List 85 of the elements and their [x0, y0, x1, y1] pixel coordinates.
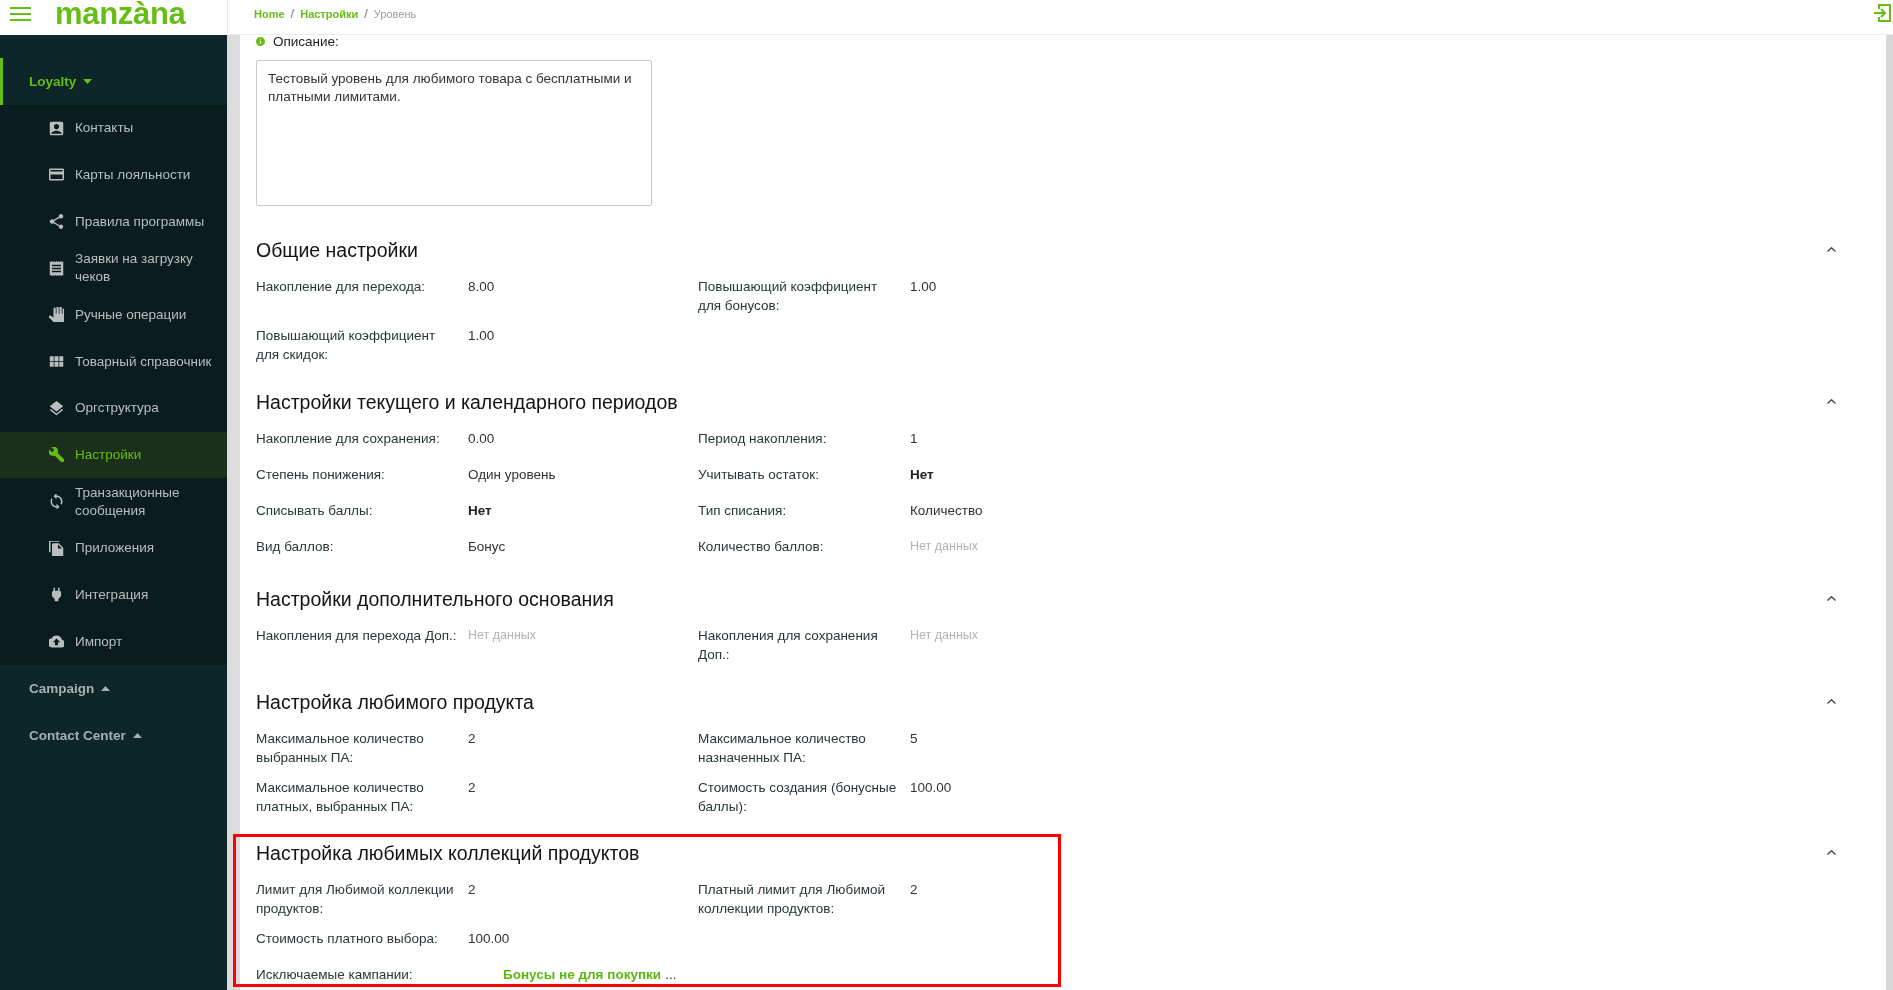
field-label: Период накопления: [698, 429, 828, 448]
field-label: Максимальное количество назначенных ПА: [698, 729, 867, 767]
sidebar-item[interactable]: Оргструктура [0, 384, 227, 432]
field-value: Нет [910, 465, 934, 484]
sidebar-item[interactable]: Карты лояльности [0, 151, 227, 199]
field-value: Нет данных [910, 537, 979, 555]
field-value: 1 [910, 429, 918, 448]
section-title: Настройки текущего и календарного периодов [256, 389, 679, 415]
sidebar-item[interactable]: Товарный справочник [0, 338, 227, 385]
sidebar-item[interactable]: Настройки [0, 431, 227, 479]
field-label: Списывать баллы: [256, 501, 374, 520]
field-label: Повышающий коэффициент для бонусов: [698, 278, 879, 315]
field-value: Один уровень [468, 465, 556, 484]
chevron-up-icon[interactable] [1827, 398, 1836, 404]
field-value: Нет данных [468, 627, 537, 644]
field-value: Нет [468, 501, 492, 520]
credit-card-icon [49, 167, 64, 183]
field-label: Исключаемые кампании: [256, 966, 414, 984]
field-value: 2 [468, 881, 476, 899]
share-icon [49, 214, 64, 230]
cloud-upload-icon [49, 634, 64, 650]
sidebar-item[interactable]: Контакты [0, 105, 227, 152]
sidebar-item[interactable]: Интеграция [0, 571, 227, 619]
menu-group-button[interactable]: Campaign [0, 664, 227, 712]
sync-icon [49, 494, 64, 510]
field-value: 2 [468, 778, 476, 797]
field-value: 1.00 [468, 327, 495, 345]
field-label: Накопления для сохранения Доп.: [698, 627, 879, 664]
hand-icon [49, 307, 64, 323]
field-value: 100.00 [910, 778, 952, 797]
layers-icon [49, 400, 64, 416]
sidebar-item[interactable]: Ручные операции [0, 291, 227, 339]
section-title: Общие настройки [256, 238, 419, 263]
section-title: Настройка любимого продукта [256, 689, 535, 715]
chevron-up-icon[interactable] [1827, 698, 1836, 704]
scrollbar[interactable] [1886, 35, 1893, 990]
field-value: 2 [910, 881, 918, 899]
field-value: Нет данных [910, 627, 979, 644]
chevron-up-icon[interactable] [1827, 850, 1836, 855]
section-title: Настройки дополнительного основания [256, 587, 615, 612]
sidebar-item[interactable]: Транзакционные сообщения [0, 478, 227, 525]
field-value: 5 [910, 729, 918, 748]
description-field[interactable]: Тестовый уровень для любимого товара с бесплатными и платными лимитами. [256, 60, 652, 206]
chevron-up-icon[interactable] [1827, 596, 1836, 601]
plug-icon [49, 587, 64, 603]
menu-group-button[interactable]: Contact Center [0, 711, 227, 759]
sidebar-item[interactable]: Правила программы [0, 198, 227, 245]
receipt-icon [49, 260, 64, 276]
field-value: Количество [910, 501, 983, 520]
description-label: Описание: [273, 35, 339, 48]
field-value: Бонус [468, 537, 506, 556]
field-value: 8.00 [468, 278, 495, 296]
field-label: Лимит для Любимой коллекции продуктов: [256, 881, 455, 918]
breadcrumb-current: Уровень [373, 7, 417, 21]
field-label: Максимальное количество платных, выбранных ПА: [256, 778, 425, 816]
field-value: 0.00 [468, 429, 495, 448]
wrench-icon [49, 447, 64, 463]
field-label: Учитывать остаток: [698, 465, 820, 484]
sidebar-item[interactable]: Приложения [0, 524, 227, 572]
field-label: Степень понижения: [256, 465, 386, 484]
chevron-up-icon[interactable] [1827, 247, 1836, 252]
files-icon [49, 540, 64, 556]
field-value: 1.00 [910, 278, 937, 296]
grid-icon [49, 354, 64, 370]
field-label: Максимальное количество выбранных ПА: [256, 729, 425, 767]
field-value: 100.00 [468, 930, 510, 948]
field-label: Накопление для сохранения: [256, 429, 441, 448]
sidebar-item[interactable]: Заявки на загрузку чеков [0, 244, 227, 292]
field-value: 2 [468, 729, 476, 748]
sidebar-item[interactable]: Импорт [0, 618, 227, 665]
field-label: Стоимость платного выбора: [256, 930, 439, 948]
field-label: Количество баллов: [698, 537, 825, 556]
field-label: Вид баллов: [256, 537, 335, 556]
section-title: Настройка любимых коллекций продуктов [256, 841, 641, 866]
field-label: Повышающий коэффициент для скидок: [256, 327, 437, 364]
field-label: Накопление для перехода: [256, 278, 427, 296]
info-icon [256, 37, 265, 46]
field-label: Накопления для перехода Доп.: [256, 627, 458, 645]
breadcrumb-separator: / [364, 7, 368, 21]
field-label: Стоимость создания (бонусные баллы): [698, 778, 898, 816]
field-label: Тип списания: [698, 501, 788, 520]
contact-card-icon [49, 120, 64, 136]
breadcrumb-separator: / [290, 7, 295, 21]
ellipsis-text: ... [665, 966, 677, 984]
field-label: Платный лимит для Любимой коллекции продуктов: [698, 881, 886, 918]
